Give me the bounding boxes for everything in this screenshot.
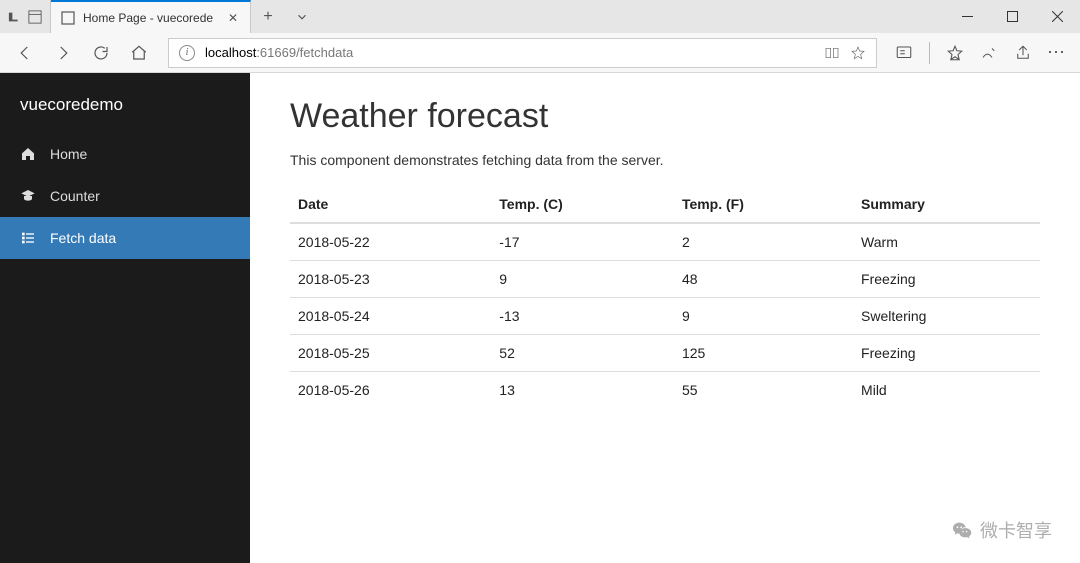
graduation-icon [20, 188, 36, 204]
table-cell: Freezing [853, 335, 1040, 372]
main-content: Weather forecast This component demonstr… [250, 73, 1080, 563]
tab-actions[interactable] [0, 0, 51, 33]
table-row: 2018-05-22-172Warm [290, 223, 1040, 261]
table-cell: 2018-05-25 [290, 335, 491, 372]
favorite-star-icon[interactable] [850, 45, 866, 61]
sidebar-item-fetchdata[interactable]: Fetch data [0, 217, 250, 259]
sidebar-item-counter[interactable]: Counter [0, 175, 250, 217]
refresh-button[interactable] [84, 36, 118, 70]
share-icon[interactable] [1008, 38, 1038, 68]
table-cell: -13 [491, 298, 674, 335]
notes-icon[interactable] [974, 38, 1004, 68]
browser-navbar: i localhost:61669/fetchdata ⋯ [0, 33, 1080, 73]
new-tab-button[interactable]: + [251, 0, 285, 33]
more-icon[interactable]: ⋯ [1042, 38, 1072, 68]
window-titlebar: Home Page - vuecorede ✕ + [0, 0, 1080, 33]
table-header: Temp. (F) [674, 186, 853, 223]
wechat-icon [952, 519, 974, 541]
table-cell: Warm [853, 223, 1040, 261]
table-row: 2018-05-2552125Freezing [290, 335, 1040, 372]
table-cell: 2018-05-24 [290, 298, 491, 335]
sidebar: vuecoredemo Home Counter Fetch data [0, 73, 250, 563]
table-cell: 9 [491, 261, 674, 298]
address-bar[interactable]: i localhost:61669/fetchdata [168, 38, 877, 68]
brand: vuecoredemo [0, 95, 250, 133]
url-text: localhost:61669/fetchdata [205, 45, 814, 60]
table-cell: 48 [674, 261, 853, 298]
close-button[interactable] [1035, 0, 1080, 33]
table-cell: 2018-05-23 [290, 261, 491, 298]
watermark: 微卡智享 [952, 517, 1052, 543]
home-button[interactable] [122, 36, 156, 70]
table-header: Temp. (C) [491, 186, 674, 223]
table-cell: 9 [674, 298, 853, 335]
maximize-button[interactable] [990, 0, 1035, 33]
table-cell: 125 [674, 335, 853, 372]
site-info-icon[interactable]: i [179, 45, 195, 61]
list-icon [20, 230, 36, 246]
tab-stash-button[interactable] [285, 0, 319, 33]
table-cell: Freezing [853, 261, 1040, 298]
table-row: 2018-05-24-139Sweltering [290, 298, 1040, 335]
table-cell: 52 [491, 335, 674, 372]
table-cell: 2018-05-26 [290, 372, 491, 409]
window-controls [945, 0, 1080, 33]
table-cell: 2 [674, 223, 853, 261]
sidebar-item-home[interactable]: Home [0, 133, 250, 175]
browser-tab[interactable]: Home Page - vuecorede ✕ [51, 0, 251, 33]
home-icon [20, 146, 36, 162]
reading-mode-icon[interactable] [889, 38, 919, 68]
page-title: Weather forecast [290, 97, 1040, 136]
table-cell: 13 [491, 372, 674, 409]
table-cell: 2018-05-22 [290, 223, 491, 261]
forecast-table: DateTemp. (C)Temp. (F)Summary 2018-05-22… [290, 186, 1040, 408]
table-header: Date [290, 186, 491, 223]
tab-title: Home Page - vuecorede [83, 11, 216, 25]
table-cell: Mild [853, 372, 1040, 409]
table-header: Summary [853, 186, 1040, 223]
tab-close-button[interactable]: ✕ [224, 9, 242, 27]
sidebar-item-label: Home [50, 146, 87, 162]
table-row: 2018-05-23948Freezing [290, 261, 1040, 298]
forward-button[interactable] [46, 36, 80, 70]
favorites-icon[interactable] [940, 38, 970, 68]
table-row: 2018-05-261355Mild [290, 372, 1040, 409]
minimize-button[interactable] [945, 0, 990, 33]
table-cell: -17 [491, 223, 674, 261]
sidebar-item-label: Fetch data [50, 230, 116, 246]
reading-view-icon[interactable] [824, 45, 840, 61]
sidebar-item-label: Counter [50, 188, 100, 204]
table-cell: 55 [674, 372, 853, 409]
page-subtitle: This component demonstrates fetching dat… [290, 152, 1040, 168]
table-cell: Sweltering [853, 298, 1040, 335]
back-button[interactable] [8, 36, 42, 70]
